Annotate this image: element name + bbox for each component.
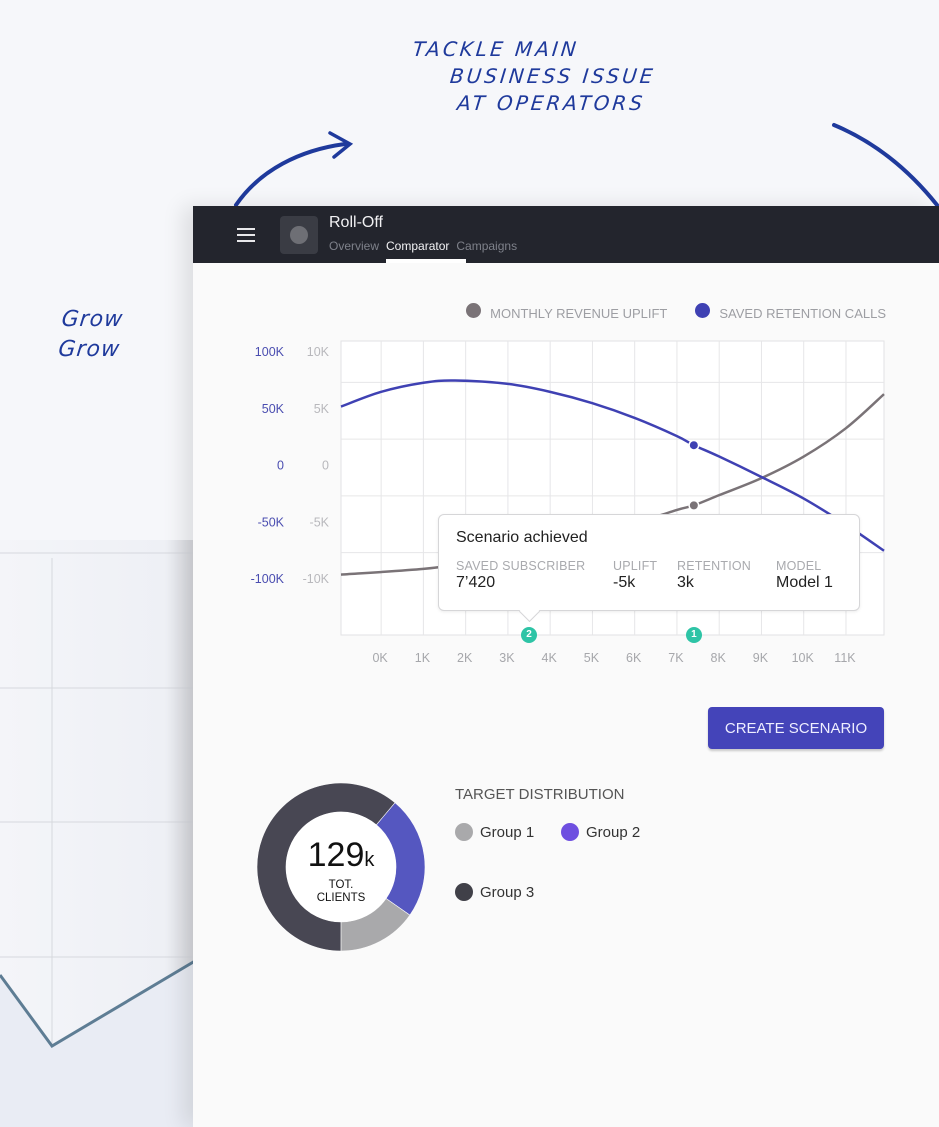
y-left-tick-label: -100K — [251, 572, 285, 586]
x-tick-label: 7K — [668, 651, 684, 665]
scenario-marker-1[interactable]: 1 — [685, 627, 702, 643]
sketch-side-note: Grow Grow — [57, 305, 125, 365]
group-label: Group 3 — [480, 883, 535, 901]
tooltip-label: UPLIFT — [613, 559, 658, 573]
total-number: 129 — [307, 836, 365, 874]
legend-item-group-2[interactable]: Group 2 — [561, 823, 640, 841]
x-tick-label: 6K — [626, 651, 642, 665]
y-right-tick-label: 0 — [322, 459, 329, 473]
scenario-marker-2[interactable]: 2 — [521, 627, 538, 643]
tooltip-value: 3k — [677, 574, 694, 591]
x-tick-label: 10K — [792, 651, 815, 665]
sketch-note-line: BUSINESS ISSUE — [448, 64, 657, 88]
distribution-title: TARGET DISTRIBUTION — [455, 786, 625, 803]
y-left-tick-label: 100K — [255, 345, 285, 359]
total-unit: k — [364, 849, 375, 871]
tooltip-uplift: UPLIFT -5k — [613, 559, 657, 592]
x-tick-label: 3K — [499, 651, 515, 665]
legend-item-group-1[interactable]: Group 1 — [455, 823, 534, 841]
tooltip-value: 7’420 — [456, 574, 496, 591]
y-left-tick-label: -50K — [258, 515, 285, 529]
sketch-side-line: Grow — [60, 307, 125, 332]
total-label-line: CLIENTS — [316, 892, 366, 904]
tooltip-title: Scenario achieved — [456, 529, 588, 546]
tooltip-model: MODEL Model 1 — [776, 559, 833, 592]
total-label-line: TOT. — [328, 879, 354, 891]
tooltip-value: Model 1 — [776, 574, 833, 591]
tooltip-value: -5k — [613, 574, 636, 591]
tooltip-label: MODEL — [776, 559, 822, 573]
x-tick-label: 8K — [711, 651, 727, 665]
y-left-tick-label: 0 — [277, 459, 284, 473]
x-tick-label: 0K — [372, 651, 388, 665]
y-right-tick-label: 5K — [314, 402, 330, 416]
y-right-tick-label: 10K — [307, 345, 330, 359]
donut-segment-group-1[interactable] — [340, 898, 411, 952]
x-tick-label: 9K — [753, 651, 769, 665]
scenario-tooltip: Scenario achieved SAVED SUBSCRIBER 7’420… — [438, 514, 860, 623]
x-tick-label: 1K — [415, 651, 431, 665]
y-right-tick-label: -10K — [303, 572, 330, 586]
x-tick-label: 2K — [457, 651, 473, 665]
group-label: Group 2 — [586, 823, 641, 841]
group-1-dot-icon — [455, 823, 473, 841]
tooltip-label: SAVED SUBSCRIBER — [456, 559, 586, 573]
y-right-tick-label: -5K — [310, 515, 330, 529]
tooltip-retention: RETENTION 3k — [677, 559, 751, 592]
tooltip-saved-subscriber: SAVED SUBSCRIBER 7’420 — [456, 559, 585, 592]
line-chart: 100K 50K 0 -50K -100K 10K 5K 0 -5K -10K 0K 1K 2K 3K 4K… — [251, 340, 885, 665]
sketch-note-line: TACKLE MAIN — [411, 37, 581, 61]
group-3-dot-icon — [455, 883, 473, 901]
x-tick-label: 4K — [542, 651, 558, 665]
create-scenario-button[interactable]: CREATE SCENARIO — [708, 707, 884, 749]
highlight-point — [689, 441, 698, 450]
y-left-tick-label: 50K — [262, 402, 285, 416]
sketch-note: TACKLE MAIN BUSINESS ISSUE AT OPERATORS — [406, 36, 660, 117]
group-label: Group 1 — [480, 823, 535, 841]
x-tick-label: 5K — [584, 651, 600, 665]
sketch-note-line: AT OPERATORS — [455, 91, 647, 115]
tooltip-label: RETENTION — [677, 559, 752, 573]
total-clients-value: 129k — [291, 836, 391, 879]
legend-item-group-3[interactable]: Group 3 — [455, 883, 534, 901]
x-tick-label: 11K — [834, 651, 856, 665]
group-2-dot-icon — [561, 823, 579, 841]
highlight-point — [689, 501, 698, 510]
app-window: Roll-Off Overview Comparator Campaigns M… — [193, 206, 939, 1127]
donut-total: 129k TOT. CLIENTS — [291, 836, 391, 905]
sketch-side-line: Grow — [57, 337, 122, 362]
